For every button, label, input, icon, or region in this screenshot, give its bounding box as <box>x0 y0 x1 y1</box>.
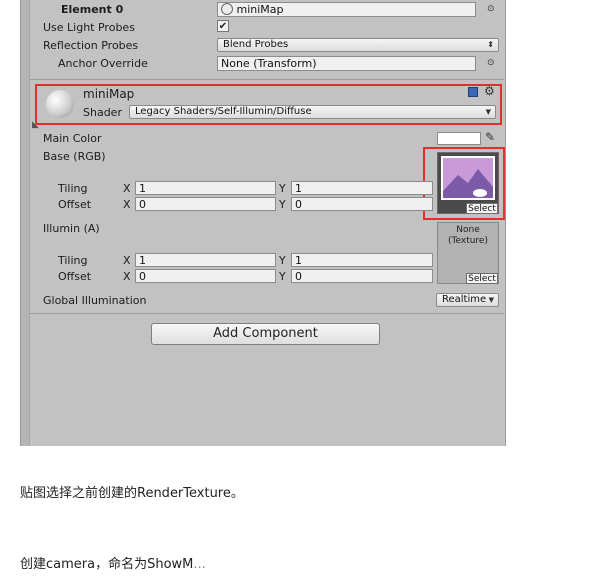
illumin-tiling-label: Tiling <box>58 254 88 267</box>
reflection-probes-value: Blend Probes <box>223 39 289 50</box>
illumin-offset-y-field[interactable]: 0 <box>291 269 433 283</box>
illumin-texture-label: Illumin (A) <box>43 222 100 235</box>
base-offset-x-label: X <box>123 198 131 211</box>
dropdown-arrows-icon: ⬍ <box>487 40 494 49</box>
element-label: Element 0 <box>61 3 124 16</box>
base-offset-x-field[interactable]: 0 <box>135 197 276 211</box>
caption-paragraph-2-text: 创建camera，命名为ShowM <box>20 557 194 572</box>
base-tiling-x-label: X <box>123 182 131 195</box>
reflection-probes-dropdown[interactable]: Blend Probes ⬍ <box>217 38 499 52</box>
base-offset-y-label: Y <box>279 198 286 211</box>
global-illumination-label: Global Illumination <box>43 294 147 307</box>
base-offset-label: Offset <box>58 198 92 211</box>
illumin-tiling-x-field[interactable]: 1 <box>135 253 276 267</box>
illumin-texture-slot[interactable]: None (Texture) Select <box>437 222 499 284</box>
base-tiling-y-label: Y <box>279 182 286 195</box>
illumin-offset-x-label: X <box>123 270 131 283</box>
base-tiling-label: Tiling <box>58 182 88 195</box>
main-color-label: Main Color <box>43 132 102 145</box>
caption-paragraph-2-tail: ... <box>193 557 206 572</box>
chevron-down-icon: ▼ <box>488 296 494 304</box>
anchor-picker-icon[interactable]: ⊙ <box>487 58 495 68</box>
element-value: miniMap <box>236 3 284 16</box>
section-divider <box>30 313 504 314</box>
global-illumination-dropdown[interactable]: Realtime ▼ <box>436 293 499 307</box>
caption-paragraph-1: 贴图选择之前创建的RenderTexture。 <box>20 486 244 501</box>
illumin-none-text: None (Texture) <box>448 225 488 246</box>
base-offset-y-field[interactable]: 0 <box>291 197 433 211</box>
illumin-offset-label: Offset <box>58 270 92 283</box>
base-tiling-y-field[interactable]: 1 <box>291 181 433 195</box>
base-tiling-x-field[interactable]: 1 <box>135 181 276 195</box>
main-color-swatch[interactable] <box>437 132 481 145</box>
texture-highlight-box <box>423 147 505 220</box>
reflection-probes-label: Reflection Probes <box>43 39 139 52</box>
illumin-select-button[interactable]: Select <box>466 273 498 284</box>
material-ball-icon <box>221 3 233 15</box>
illumin-tiling-y-label: Y <box>279 254 286 267</box>
base-texture-label: Base (RGB) <box>43 150 106 163</box>
illumin-offset-y-label: Y <box>279 270 286 283</box>
caption-paragraph-2: 创建camera，命名为ShowM... <box>20 553 206 572</box>
inspector-panel: Element 0 miniMap ⊙ Use Light Probes ✔ R… <box>20 0 506 446</box>
inspector-left-gutter <box>21 0 30 446</box>
section-divider <box>30 79 504 80</box>
add-component-button[interactable]: Add Component <box>151 323 380 345</box>
element-picker-icon[interactable]: ⊙ <box>487 4 495 14</box>
light-probes-label: Use Light Probes <box>43 21 135 34</box>
element-object-field[interactable]: miniMap <box>217 2 476 17</box>
global-illumination-value: Realtime <box>442 294 487 305</box>
illumin-tiling-x-label: X <box>123 254 131 267</box>
eyedropper-icon[interactable]: ✎ <box>485 130 495 144</box>
illumin-offset-x-field[interactable]: 0 <box>135 269 276 283</box>
illumin-tiling-y-field[interactable]: 1 <box>291 253 433 267</box>
light-probes-checkbox[interactable]: ✔ <box>217 20 229 32</box>
anchor-override-field[interactable]: None (Transform) <box>217 56 476 71</box>
anchor-override-label: Anchor Override <box>58 57 148 70</box>
material-highlight-box <box>35 84 502 125</box>
